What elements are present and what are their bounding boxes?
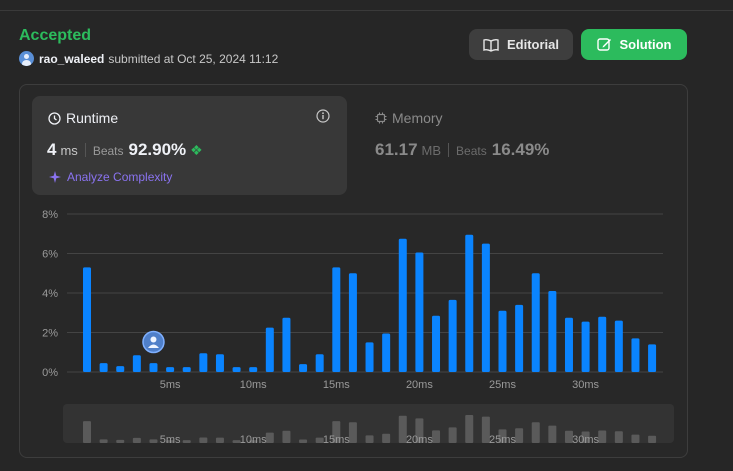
runtime-distribution-chart[interactable]: 0% 2% 4% 6% 8% 5ms 10ms 15ms 20ms 25ms 30ms 5ms 10ms… — [0, 0, 733, 471]
overview-tick-label: 20ms — [406, 434, 433, 446]
runtime-bar[interactable] — [648, 344, 657, 372]
overview-bar — [215, 437, 224, 443]
runtime-bar[interactable] — [465, 234, 474, 372]
overview-tick-label: 25ms — [489, 434, 516, 446]
overview-bar — [182, 440, 191, 443]
overview-bar — [648, 435, 657, 443]
overview-tick-label: 10ms — [240, 434, 267, 446]
overview-tick-label: 5ms — [160, 434, 181, 446]
runtime-bar[interactable] — [332, 267, 341, 372]
x-tick-label: 10ms — [240, 379, 267, 391]
runtime-bar[interactable] — [265, 327, 274, 372]
overview-bar — [448, 427, 457, 443]
x-tick-label: 25ms — [489, 379, 516, 391]
runtime-bar[interactable] — [415, 252, 424, 372]
overview-bar — [265, 432, 274, 443]
runtime-bar[interactable] — [398, 238, 407, 372]
overview-bar — [348, 422, 357, 443]
runtime-bar[interactable] — [581, 321, 590, 372]
overview-bar — [515, 428, 524, 443]
runtime-bar[interactable] — [132, 355, 141, 372]
overview-bar — [382, 433, 391, 443]
runtime-bar[interactable] — [348, 273, 357, 372]
runtime-bar[interactable] — [631, 338, 640, 372]
overview-bar — [116, 439, 125, 443]
overview-tick-label: 30ms — [572, 434, 599, 446]
runtime-bar[interactable] — [598, 316, 607, 372]
user-avatar-head — [150, 336, 157, 343]
overview-bar — [149, 439, 158, 443]
overview-bar — [282, 430, 291, 443]
runtime-bar[interactable] — [614, 320, 623, 372]
runtime-bar[interactable] — [182, 367, 191, 372]
runtime-bar[interactable] — [481, 243, 490, 372]
overview-tick-label: 15ms — [323, 434, 350, 446]
runtime-bar[interactable] — [249, 367, 258, 372]
overview-bar — [614, 431, 623, 443]
overview-bar — [99, 439, 108, 443]
runtime-bar[interactable] — [282, 317, 291, 372]
runtime-bar[interactable] — [365, 342, 374, 372]
overview-bar — [432, 430, 441, 443]
runtime-bar[interactable] — [498, 310, 507, 372]
runtime-bar[interactable] — [432, 315, 441, 372]
runtime-bar[interactable] — [548, 291, 557, 372]
runtime-bar[interactable] — [299, 364, 308, 372]
overview-bar — [465, 414, 474, 443]
runtime-bar[interactable] — [382, 333, 391, 372]
x-tick-label: 30ms — [572, 379, 599, 391]
x-tick-label: 5ms — [160, 379, 181, 391]
y-tick-label: 2% — [42, 328, 58, 340]
runtime-bar[interactable] — [166, 367, 175, 372]
runtime-bar[interactable] — [116, 366, 125, 372]
y-tick-label: 0% — [42, 367, 58, 379]
overview-bar — [531, 422, 540, 443]
overview-bar — [83, 421, 91, 443]
overview-bar — [299, 439, 308, 443]
x-tick-label: 15ms — [323, 379, 350, 391]
runtime-bar[interactable] — [564, 317, 573, 372]
runtime-bar[interactable] — [448, 299, 457, 372]
runtime-bar[interactable] — [515, 304, 524, 372]
y-tick-label: 6% — [42, 249, 58, 261]
overview-bar — [132, 437, 141, 443]
runtime-bar[interactable] — [531, 273, 540, 372]
runtime-bar[interactable] — [199, 353, 208, 372]
overview-bar — [631, 434, 640, 443]
y-tick-label: 4% — [42, 288, 58, 300]
x-tick-label: 20ms — [406, 379, 433, 391]
y-tick-label: 8% — [42, 209, 58, 221]
overview-bar — [365, 435, 374, 443]
runtime-bar[interactable] — [232, 367, 241, 372]
runtime-bar[interactable] — [149, 363, 158, 372]
overview-bar — [199, 437, 208, 443]
runtime-bar[interactable] — [83, 267, 91, 372]
overview-bar — [548, 425, 557, 443]
runtime-bar[interactable] — [215, 354, 224, 372]
runtime-bar[interactable] — [315, 354, 324, 372]
overview-bar — [598, 430, 607, 443]
runtime-bar[interactable] — [99, 363, 108, 372]
